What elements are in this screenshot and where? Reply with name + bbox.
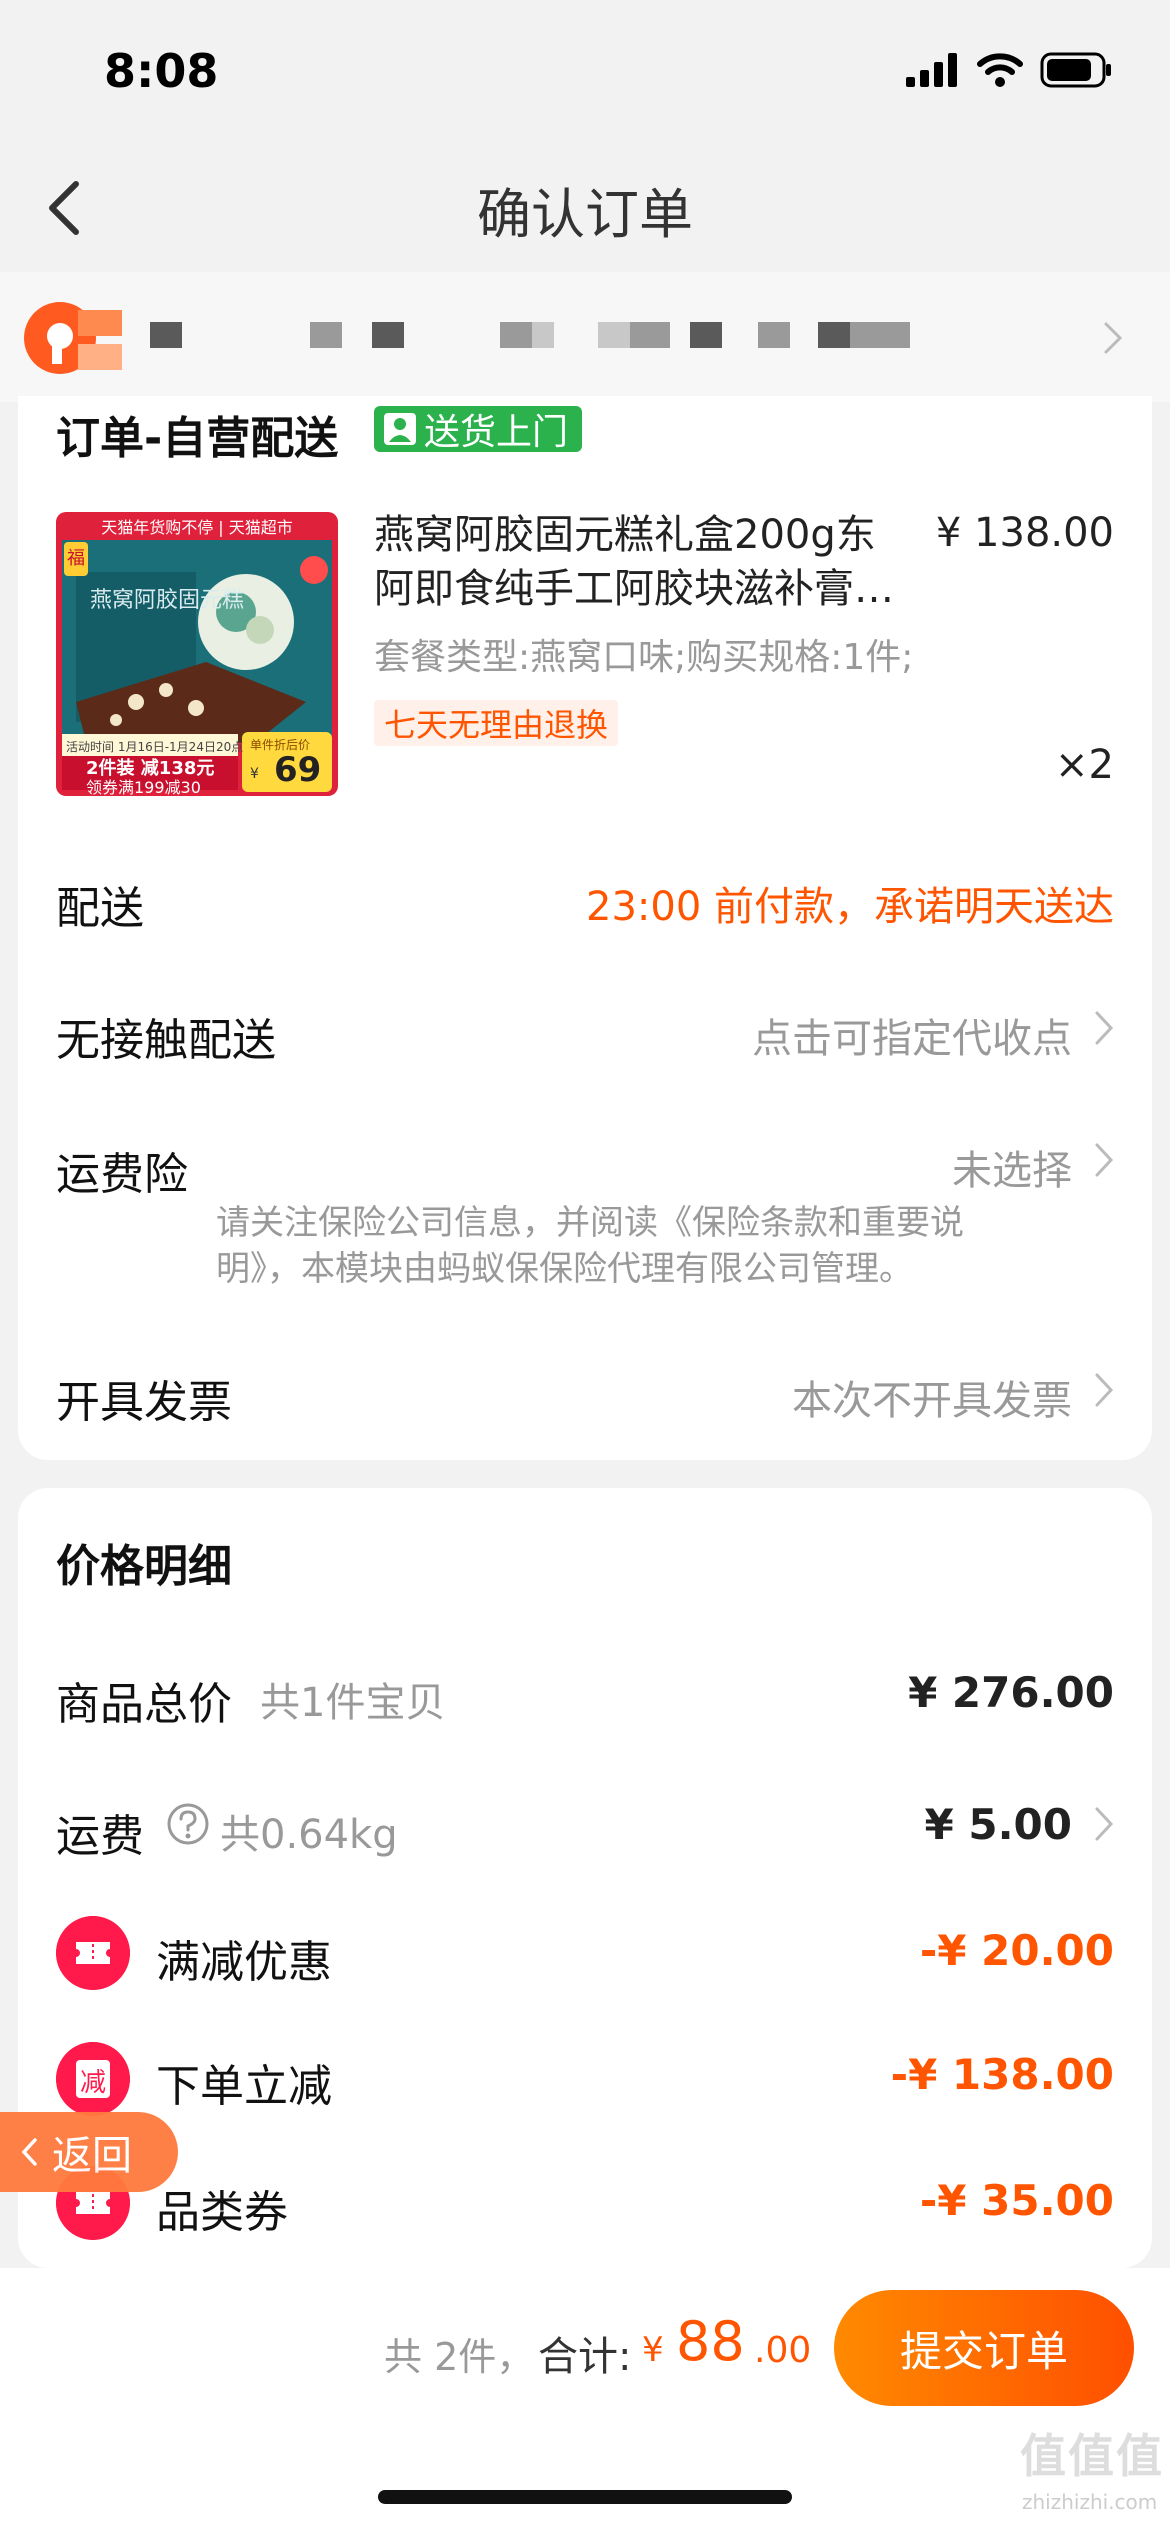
home-indicator [378, 2490, 792, 2504]
thumb-fu-badge: 福 [64, 542, 88, 576]
shipping-label: 运费 [56, 1811, 144, 1862]
blurred-store-info [140, 322, 940, 362]
watermark-url: zhizhizhi.com [1022, 2490, 1158, 2514]
thumb-coupon: 领券满199减30 [86, 778, 201, 796]
battery-icon [1040, 52, 1111, 88]
watermark-logo: 值值值 [1020, 2429, 1164, 2483]
page-title: 确认订单 [477, 183, 693, 246]
chevron-right-icon[interactable] [1102, 320, 1124, 356]
signal-icon [906, 53, 957, 87]
store-logo-icon [24, 302, 122, 374]
chevron-left-icon [21, 2138, 37, 2166]
float-back-label: 返回 [52, 2133, 132, 2179]
status-icons [906, 52, 1112, 88]
ticket-icon [56, 1916, 130, 1990]
total-label: 合计: [538, 2334, 632, 2380]
delivery-tag: 送货上门 [374, 406, 583, 453]
invoice-label: 开具发票 [56, 1377, 232, 1428]
wifi-icon [977, 53, 1023, 87]
insurance-label: 运费险 [56, 1149, 188, 1200]
goods-total-label: 商品总价 [56, 1679, 232, 1730]
product-title[interactable]: 燕窝阿胶固元糕礼盒200g东阿即食纯手工阿胶块滋补膏… [374, 508, 914, 616]
order-title: 订单-自营配送 [56, 413, 339, 464]
thumb-date: 活动时间 1月16日-1月24日20点 [66, 740, 244, 754]
item-count: 共 2件， [384, 2335, 535, 2379]
float-back-button[interactable]: 返回 [0, 2112, 178, 2192]
delivery-tag-label: 送货上门 [424, 412, 569, 453]
product-quantity: ×2 [1055, 742, 1114, 788]
thumb-currency: ¥ [250, 766, 259, 782]
discount-value: -¥ 138.00 [890, 2050, 1114, 2099]
submit-order-button[interactable]: 提交订单 [834, 2290, 1134, 2406]
shipping-weight: 共0.64kg [220, 1812, 398, 1858]
price-detail-card [18, 1488, 1152, 2268]
return-policy-badge: 七天无理由退换 [374, 700, 619, 746]
goods-total-sub: 共1件宝贝 [260, 1680, 446, 1726]
product-price: ¥ 138.00 [935, 510, 1114, 556]
invoice-value[interactable]: 本次不开具发票 [792, 1368, 1072, 1426]
status-time: 8:08 [104, 44, 219, 98]
discount-label: 满减优惠 [156, 1937, 332, 1988]
total-decimal: .00 [754, 2330, 812, 2371]
thumb-name: 燕窝阿胶固元糕 [90, 588, 245, 613]
chevron-right-icon[interactable] [1094, 1372, 1114, 1408]
thumb-banner: 天猫年货购不停 | 天猫超市 [101, 518, 293, 537]
discount-label: 下单立减 [156, 2061, 332, 2112]
chevron-right-icon[interactable] [1094, 1010, 1114, 1046]
product-spec[interactable]: 套餐类型:燕窝口味;购买规格:1件; [374, 628, 913, 680]
total-currency: ¥ [642, 2330, 664, 2370]
insurance-value[interactable]: 未选择 [952, 1138, 1072, 1196]
insurance-note[interactable]: 请关注保险公司信息，并阅读《保险条款和重要说明》，本模块由蚂蚁保保险代理有限公司… [216, 1200, 1036, 1292]
shipping-value: ¥ 5.00 [924, 1800, 1072, 1849]
person-icon [384, 413, 416, 445]
discount-value: -¥ 20.00 [919, 1926, 1114, 1975]
price-detail-title: 价格明细 [56, 1541, 232, 1592]
help-icon[interactable] [166, 1802, 210, 1846]
jian-glyph: 减 [79, 2068, 106, 2098]
total-amount: 88 [676, 2310, 745, 2373]
contactless-value[interactable]: 点击可指定代收点 [752, 1006, 1072, 1064]
chevron-right-icon[interactable] [1094, 1806, 1114, 1842]
product-thumbnail[interactable]: 天猫年货购不停 | 天猫超市 福 燕窝阿胶固元糕 活动时间 1月16日-1月24… [56, 512, 338, 796]
delivery-value: 23:00 前付款，承诺明天送达 [586, 884, 1114, 930]
discount-label: 品类券 [156, 2187, 288, 2238]
discount-value: -¥ 35.00 [919, 2176, 1114, 2225]
goods-total-value: ¥ 276.00 [908, 1668, 1114, 1717]
thumb-unit-price: 69 [274, 750, 322, 790]
contactless-label: 无接触配送 [56, 1015, 276, 1066]
chevron-right-icon[interactable] [1094, 1142, 1114, 1178]
delivery-label: 配送 [56, 883, 144, 934]
